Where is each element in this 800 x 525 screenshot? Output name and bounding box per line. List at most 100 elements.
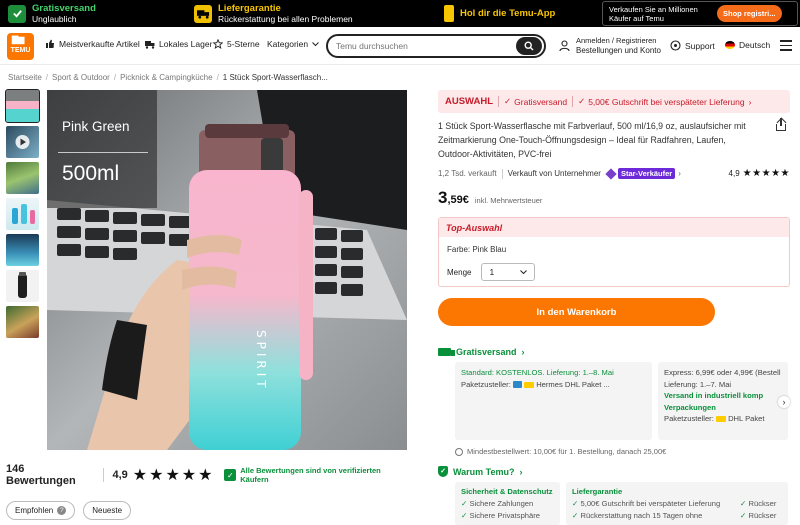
carousel-next-button[interactable]: ›: [778, 396, 790, 408]
dhl-icon: [524, 381, 535, 388]
reviews-summary: 146 Bewertungen 4,9 ★★★★★ ✓ Alle Bewertu…: [6, 463, 408, 487]
filter-recommended[interactable]: Empfohlen ?: [6, 501, 76, 520]
nav-local-warehouse[interactable]: Lokales Lager: [145, 39, 212, 49]
chevron-right-icon: ›: [678, 169, 681, 178]
chevron-right-icon: ›: [748, 96, 752, 107]
image-label-color: Pink Green: [62, 119, 130, 134]
sold-count: 1,2 Tsd. verkauft: [438, 169, 497, 178]
divider: [572, 96, 574, 107]
seller-name[interactable]: Verkauft von Unternehmer: [508, 169, 601, 178]
standard-shipping-line: Standard: KOSTENLOS. Lieferung: 1.–8. Ma…: [461, 368, 614, 377]
clock-icon: [455, 447, 463, 456]
promo-free-shipping[interactable]: Gratisversand Unglaublich: [8, 0, 96, 27]
promo-app-download[interactable]: Hol dir die Temu-App: [444, 3, 555, 24]
divider: [103, 468, 105, 482]
deal-credit: 5,00€ Gutschrift bei verspäteter Lieferu…: [588, 96, 745, 107]
chevron-down-icon: [520, 269, 528, 274]
thumbnail-3[interactable]: [6, 162, 39, 194]
why-security-card[interactable]: Sicherheit & Datenschutz ✓ Sichere Zahlu…: [455, 482, 560, 525]
bottle-brand-text: SPIRIT: [254, 330, 268, 392]
shield-icon: ✓: [438, 466, 448, 477]
return-item: Rückser: [748, 499, 777, 508]
check-icon: ✓: [461, 511, 468, 520]
seller-promo[interactable]: Verkaufen Sie an Millionen Käufer auf Te…: [602, 1, 798, 26]
shipping-heading[interactable]: Gratisversand ›: [438, 347, 525, 357]
deal-banner[interactable]: AUSWAHL ✓ Gratisversand ✓ 5,00€ Gutschri…: [438, 90, 790, 113]
delivery-item: Rückerstattung nach 15 Tagen ohne: [580, 511, 703, 520]
quantity-select[interactable]: 1: [481, 263, 536, 281]
carrier-label: Paketzusteller:: [664, 414, 714, 423]
search-icon: [524, 41, 534, 51]
color-option[interactable]: Farbe: Pink Blau: [447, 245, 506, 254]
thumbs-up-icon: [46, 39, 54, 48]
quantity-row: Menge 1: [447, 263, 536, 281]
why-temu-label: Warum Temu?: [453, 466, 515, 477]
review-count[interactable]: 146 Bewertungen: [6, 463, 95, 487]
filter-recent[interactable]: Neueste: [83, 501, 132, 520]
price-cents: ,59€: [447, 194, 469, 206]
site-header: ▇▆ TEMU Meistverkaufte Artikel Lokales L…: [0, 27, 800, 65]
breadcrumb-sport[interactable]: Sport & Outdoor: [52, 73, 110, 82]
support-link[interactable]: Support: [670, 40, 715, 51]
image-label-size: 500ml: [62, 162, 120, 185]
delivery-guarantee-title: Liefergarantie: [572, 487, 623, 496]
search-button[interactable]: [516, 37, 542, 55]
share-icon[interactable]: [776, 117, 786, 131]
menu-icon[interactable]: [780, 40, 792, 54]
deal-free-shipping: Gratisversand: [514, 96, 568, 107]
security-title: Sicherheit & Datenschutz: [461, 487, 553, 496]
check-icon: [8, 4, 26, 23]
review-filters: Empfohlen ? Neueste: [6, 501, 132, 520]
search-bar: [326, 34, 546, 58]
promo-delivery-guarantee[interactable]: Liefergarantie Rückerstattung bei allen …: [194, 0, 353, 27]
thumbnail-6[interactable]: [6, 270, 39, 302]
check-icon: ✓: [740, 511, 747, 520]
product-photo: SPIRIT: [47, 90, 407, 450]
add-to-cart-button[interactable]: In den Warenkorb: [438, 298, 715, 326]
check-icon: ✓: [578, 96, 586, 106]
account-orders: Bestellungen und Konto: [576, 46, 661, 55]
account-menu[interactable]: Anmelden / Registrieren Bestellungen und…: [559, 36, 661, 56]
language-label: Deutsch: [739, 40, 771, 50]
breadcrumb-separator: /: [113, 73, 117, 82]
thumbnail-1[interactable]: [5, 89, 40, 123]
shipping-standard-card[interactable]: Standard: KOSTENLOS. Lieferung: 1.–8. Ma…: [455, 362, 652, 440]
thumbnail-4[interactable]: [6, 198, 39, 230]
star-seller-label: Star-Verkäufer: [617, 168, 676, 179]
thumbnail-7[interactable]: [6, 306, 39, 338]
why-temu-heading[interactable]: ✓ Warum Temu? ›: [438, 466, 523, 477]
star-seller-badge[interactable]: Star-Verkäufer ›: [605, 167, 681, 180]
thumbnail-2-video[interactable]: [6, 126, 39, 158]
shop-register-button[interactable]: Shop registri...: [717, 5, 782, 22]
language-selector[interactable]: Deutsch: [725, 40, 770, 50]
temu-logo[interactable]: ▇▆ TEMU: [7, 33, 34, 60]
product-rating[interactable]: 4,9 ★★★★★: [729, 168, 790, 179]
promo-app-label: Hol dir die Temu-App: [460, 8, 556, 19]
breadcrumb-home[interactable]: Startseite: [8, 73, 42, 82]
nav-local-warehouse-label: Lokales Lager: [159, 39, 213, 49]
star-outline-icon: [213, 39, 223, 49]
express-shipping-line: Express: 6,99€ oder 4,99€ (Bestell: [664, 368, 781, 377]
why-delivery-card[interactable]: Liefergarantie ✓ 5,00€ Gutschrift bei ve…: [566, 482, 788, 525]
nav-categories[interactable]: Kategorien: [267, 39, 319, 49]
main-product-image[interactable]: SPIRIT: [47, 90, 407, 450]
breadcrumb-separator: /: [216, 73, 219, 82]
search-input[interactable]: [328, 36, 508, 55]
product-title: 1 Stück Sport-Wasserflasche mit Farbverl…: [438, 121, 746, 159]
dhl-icon: [715, 416, 726, 422]
help-icon[interactable]: ?: [57, 506, 67, 515]
promo-guarantee-sub: Rückerstattung bei allen Problemen: [218, 13, 353, 24]
promo-bar: Gratisversand Unglaublich Liefergarantie…: [0, 0, 800, 27]
review-score: 4,9: [112, 469, 128, 481]
top-choice-box: Top-Auswahl Farbe: Pink Blau Menge 1: [438, 217, 790, 287]
nav-bestsellers[interactable]: Meistverkaufte Artikel: [45, 39, 140, 49]
headset-icon: [670, 40, 681, 51]
nav-five-star[interactable]: 5-Sterne: [213, 39, 260, 49]
check-icon: ✓: [461, 499, 468, 508]
breadcrumb-picnic[interactable]: Picknick & Campingküche: [120, 73, 212, 82]
minimum-order-text: Mindestbestellwert: 10,00€ für 1. Bestel…: [467, 447, 667, 456]
shipping-express-card[interactable]: Express: 6,99€ oder 4,99€ (Bestell Liefe…: [658, 362, 788, 440]
image-label-divider: [58, 152, 148, 153]
thumbnail-5[interactable]: [6, 234, 39, 266]
quantity-value: 1: [489, 267, 495, 277]
